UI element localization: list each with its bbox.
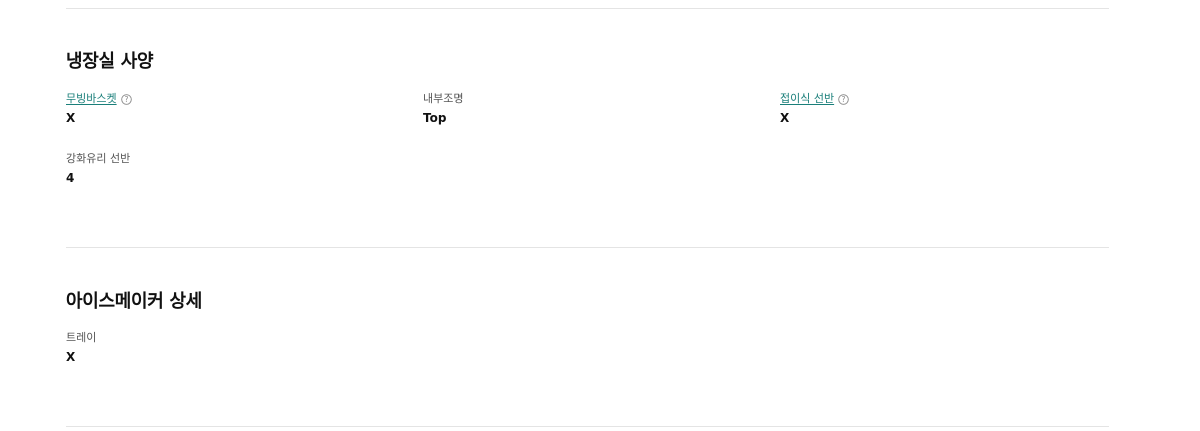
bottom-divider bbox=[66, 426, 1109, 427]
spec-label-moving-basket[interactable]: 무빙바스켓 bbox=[66, 92, 117, 106]
spec-label-tray: 트레이 bbox=[66, 331, 97, 344]
section-divider bbox=[66, 247, 1109, 248]
spec-tempered-glass-shelf: 강화유리 선반 4 bbox=[66, 151, 386, 185]
fridge-section-title: 냉장실 사양 bbox=[66, 51, 154, 72]
spec-label-folding-shelf[interactable]: 접이식 선반 bbox=[780, 92, 834, 106]
spec-value-tray: X bbox=[66, 350, 76, 364]
top-divider bbox=[66, 8, 1109, 9]
spec-value-moving-basket: X bbox=[66, 111, 76, 125]
ice-section-title: 아이스메이커 상세 bbox=[66, 291, 203, 312]
spec-moving-basket: 무빙바스켓 ? X bbox=[66, 91, 386, 125]
spec-page: 냉장실 사양 무빙바스켓 ? X 내부조명 Top 접이식 선반 ? X 강화유… bbox=[0, 0, 1200, 431]
spec-label-interior-light: 내부조명 bbox=[423, 92, 464, 105]
spec-interior-light: 내부조명 Top bbox=[423, 91, 743, 125]
spec-value-folding-shelf: X bbox=[780, 111, 790, 125]
svg-text:?: ? bbox=[124, 95, 128, 104]
spec-folding-shelf: 접이식 선반 ? X bbox=[780, 91, 1100, 125]
spec-value-tempered-glass-shelf: 4 bbox=[66, 171, 75, 185]
spec-label-tempered-glass-shelf: 강화유리 선반 bbox=[66, 152, 131, 165]
spec-tray: 트레이 X bbox=[66, 330, 386, 364]
svg-text:?: ? bbox=[842, 95, 846, 104]
question-circle-icon[interactable]: ? bbox=[120, 93, 132, 105]
question-circle-icon[interactable]: ? bbox=[838, 93, 849, 105]
spec-value-interior-light: Top bbox=[423, 111, 447, 125]
